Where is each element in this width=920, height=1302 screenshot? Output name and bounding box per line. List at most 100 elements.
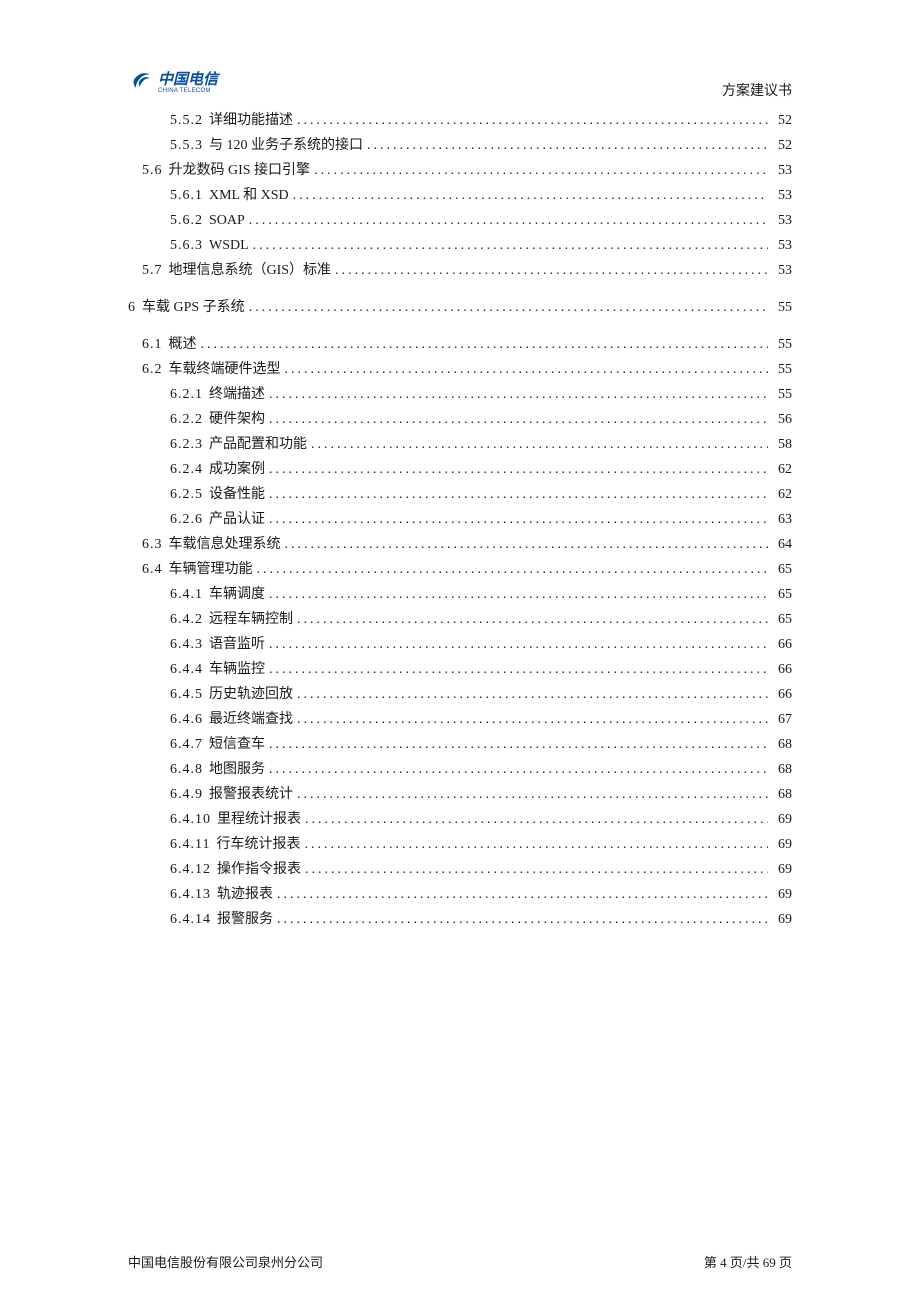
toc-entry[interactable]: 6.4.2远程车辆控制65	[128, 607, 792, 632]
toc-entry[interactable]: 6.2.5设备性能62	[128, 482, 792, 507]
toc-leader-dots	[297, 682, 768, 707]
toc-entry-label: 车辆管理功能	[169, 557, 253, 582]
toc-entry-number: 6.2.6	[170, 507, 203, 532]
logo-text-en: CHINA TELECOM	[158, 88, 218, 94]
toc-entry[interactable]: 6.4.8地图服务 68	[128, 757, 792, 782]
toc-entry[interactable]: 6.2.6产品认证63	[128, 507, 792, 532]
toc-entry[interactable]: 5.6.2SOAP53	[128, 208, 792, 233]
toc-leader-dots	[335, 258, 768, 283]
toc-entry-number: 5.6.2	[170, 208, 203, 233]
toc-entry-number: 6.2.3	[170, 432, 203, 457]
toc-entry[interactable]: 6车载 GPS 子系统55	[128, 295, 792, 320]
toc-entry-number: 6.4.3	[170, 632, 203, 657]
toc-entry[interactable]: 6.2.3产品配置和功能58	[128, 432, 792, 457]
toc-entry-number: 6.4.4	[170, 657, 203, 682]
toc-entry-number: 6.4.8	[170, 757, 203, 782]
toc-entry-label: 最近终端查找	[209, 707, 293, 732]
toc-entry[interactable]: 6.4车辆管理功能65	[128, 557, 792, 582]
toc-entry-page: 56	[772, 407, 792, 432]
toc-leader-dots	[277, 907, 768, 932]
toc-entry-label: 报警报表统计	[209, 782, 293, 807]
toc-entry-page: 68	[772, 757, 792, 782]
toc-entry-label: 车载终端硬件选型	[169, 357, 281, 382]
toc-entry[interactable]: 6.4.3语音监听66	[128, 632, 792, 657]
toc-entry-page: 53	[772, 158, 792, 183]
toc-leader-dots	[253, 233, 768, 258]
toc-entry[interactable]: 6.4.10里程统计报表69	[128, 807, 792, 832]
toc-entry-page: 53	[772, 233, 792, 258]
toc-leader-dots	[201, 332, 769, 357]
toc-entry-page: 69	[772, 882, 792, 907]
toc-entry-label: 概述	[169, 332, 197, 357]
toc-entry-number: 6.4.10	[170, 807, 211, 832]
footer-page-number: 第 4 页/共 69 页	[704, 1252, 792, 1271]
toc-entry[interactable]: 6.4.1车辆调度65	[128, 582, 792, 607]
toc-entry[interactable]: 5.5.3与 120 业务子系统的接口52	[128, 133, 792, 158]
toc-entry[interactable]: 6.2车载终端硬件选型55	[128, 357, 792, 382]
toc-entry-page: 66	[772, 657, 792, 682]
toc-entry[interactable]: 5.6升龙数码 GIS 接口引擎53	[128, 158, 792, 183]
toc-leader-dots	[269, 382, 768, 407]
toc-leader-dots	[269, 482, 768, 507]
toc-entry[interactable]: 6.4.12操作指令报表69	[128, 857, 792, 882]
toc-entry-label: 历史轨迹回放	[209, 682, 293, 707]
toc-entry-label: 车辆监控	[209, 657, 265, 682]
toc-entry-page: 53	[772, 258, 792, 283]
toc-entry[interactable]: 5.7地理信息系统（GIS）标准53	[128, 258, 792, 283]
toc-entry-number: 6.4.1	[170, 582, 203, 607]
toc-entry[interactable]: 6.2.2硬件架构56	[128, 407, 792, 432]
toc-entry-label: 语音监听	[209, 632, 265, 657]
toc-entry-label: 远程车辆控制	[209, 607, 293, 632]
toc-entry-page: 53	[772, 208, 792, 233]
toc-entry[interactable]: 5.6.1XML 和 XSD53	[128, 183, 792, 208]
toc-entry[interactable]: 6.1概述55	[128, 332, 792, 357]
toc-leader-dots	[257, 557, 769, 582]
toc-entry[interactable]: 5.5.2详细功能描述52	[128, 108, 792, 133]
toc-entry[interactable]: 6.2.1终端描述55	[128, 382, 792, 407]
toc-leader-dots	[269, 657, 768, 682]
toc-entry[interactable]: 6.4.5历史轨迹回放66	[128, 682, 792, 707]
toc-entry[interactable]: 6.4.6最近终端查找 67	[128, 707, 792, 732]
toc-entry[interactable]: 6.4.14报警服务69	[128, 907, 792, 932]
toc-entry-number: 5.6.1	[170, 183, 203, 208]
toc-entry-number: 6.4.6	[170, 707, 203, 732]
toc-entry[interactable]: 6.4.7短信查车68	[128, 732, 792, 757]
toc-entry-label: 地图服务	[209, 757, 265, 782]
page-content: 中国电信 CHINA TELECOM 方案建议书 5.5.2详细功能描述525.…	[128, 68, 792, 932]
toc-entry-page: 63	[772, 507, 792, 532]
toc-entry-number: 6.3	[142, 532, 163, 557]
toc-entry[interactable]: 5.6.3WSDL53	[128, 233, 792, 258]
toc-entry[interactable]: 6.2.4成功案例62	[128, 457, 792, 482]
toc-entry-number: 6.1	[142, 332, 163, 357]
toc-leader-dots	[314, 158, 768, 183]
toc-entry-page: 67	[772, 707, 792, 732]
toc-entry[interactable]: 6.4.9报警报表统计68	[128, 782, 792, 807]
telecom-logo-icon	[128, 67, 154, 100]
toc-leader-dots	[311, 432, 768, 457]
brand-logo: 中国电信 CHINA TELECOM	[128, 67, 218, 100]
toc-entry-page: 52	[772, 133, 792, 158]
toc-entry-number: 6.2.4	[170, 457, 203, 482]
toc-leader-dots	[277, 882, 768, 907]
toc-leader-dots	[269, 407, 768, 432]
toc-leader-dots	[297, 607, 768, 632]
toc-entry-page: 69	[772, 857, 792, 882]
toc-entry-label: 成功案例	[209, 457, 265, 482]
toc-entry-number: 6.2	[142, 357, 163, 382]
toc-leader-dots	[269, 457, 768, 482]
toc-leader-dots	[297, 782, 768, 807]
toc-entry-number: 6.4.14	[170, 907, 211, 932]
toc-leader-dots	[285, 357, 769, 382]
toc-entry-label: XML 和 XSD	[209, 183, 289, 208]
toc-leader-dots	[269, 582, 768, 607]
toc-leader-dots	[285, 532, 769, 557]
toc-leader-dots	[249, 208, 768, 233]
toc-leader-dots	[304, 832, 768, 857]
toc-leader-dots	[297, 707, 768, 732]
toc-entry-page: 58	[772, 432, 792, 457]
toc-entry[interactable]: 6.3车载信息处理系统64	[128, 532, 792, 557]
toc-entry[interactable]: 6.4.4车辆监控 66	[128, 657, 792, 682]
toc-entry[interactable]: 6.4.13轨迹报表69	[128, 882, 792, 907]
toc-entry-label: 硬件架构	[209, 407, 265, 432]
toc-entry[interactable]: 6.4.11行车统计报表69	[128, 832, 792, 857]
